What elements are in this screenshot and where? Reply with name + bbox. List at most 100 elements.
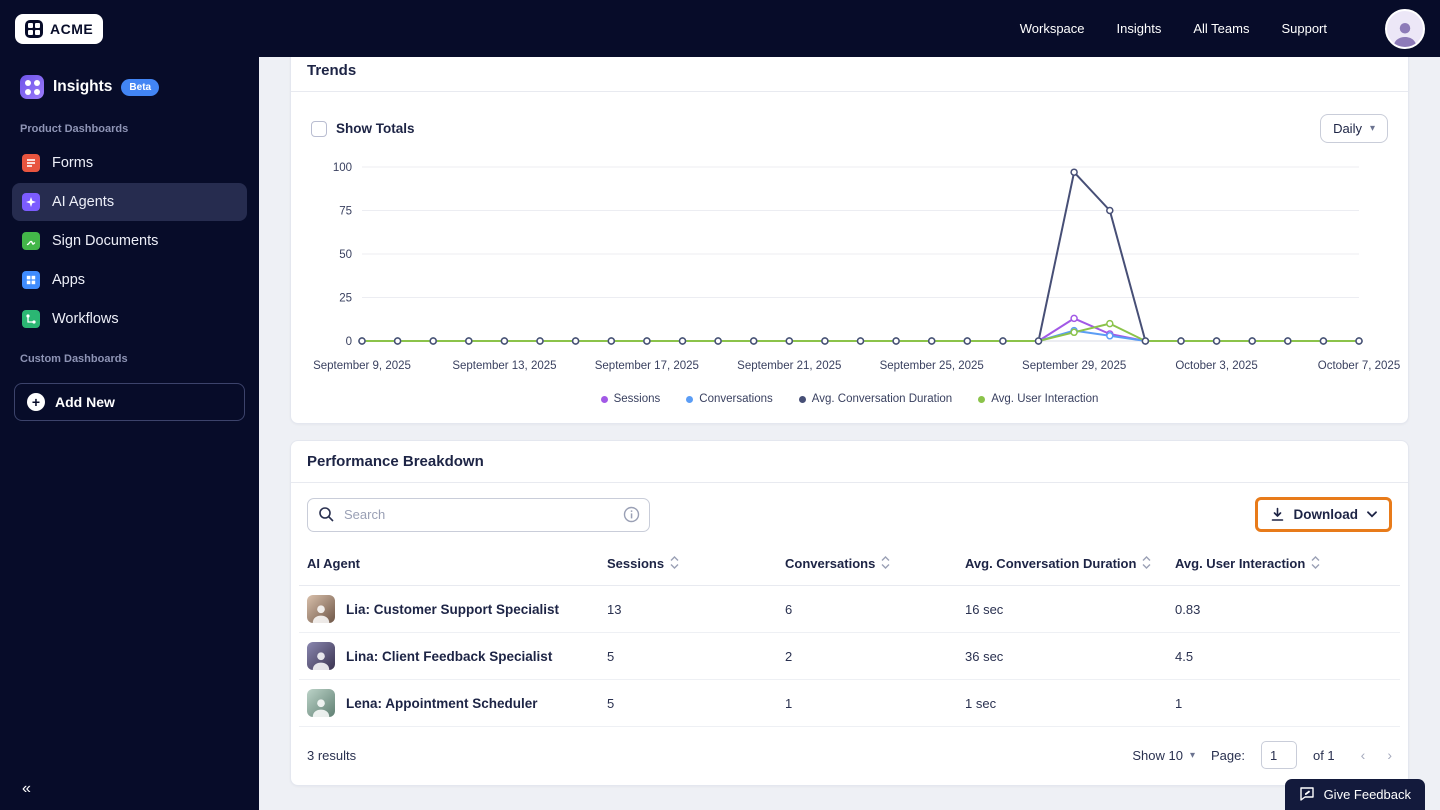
cell-conversations: 6 xyxy=(777,585,957,633)
cell-conversations: 2 xyxy=(777,632,957,680)
nav-support[interactable]: Support xyxy=(1281,21,1327,36)
cell-avg-user-interaction: 1 xyxy=(1167,679,1400,727)
cell-conversations: 1 xyxy=(777,679,957,727)
conversations-dot-icon xyxy=(686,395,694,403)
add-new-button[interactable]: + Add New xyxy=(14,383,245,421)
agent-avatar xyxy=(307,595,335,623)
cell-avg-user-interaction: 0.83 xyxy=(1167,585,1400,633)
agent-name: Lena: Appointment Scheduler xyxy=(346,695,538,711)
give-feedback-button[interactable]: Give Feedback xyxy=(1284,779,1425,810)
sort-icon[interactable] xyxy=(881,556,890,569)
nav-workspace[interactable]: Workspace xyxy=(1020,21,1085,36)
section-custom-dashboards: Custom Dashboards xyxy=(20,353,128,365)
svg-text:100: 100 xyxy=(333,162,352,174)
cell-sessions: 5 xyxy=(599,679,777,727)
acme-logo-text: ACME xyxy=(50,20,94,37)
sidebar-item-ai-agents[interactable]: AI Agents xyxy=(12,183,247,221)
legend-conversations: Conversations xyxy=(686,393,773,405)
nav-all-teams[interactable]: All Teams xyxy=(1193,21,1249,36)
insights-icon xyxy=(20,75,44,99)
sign-documents-icon xyxy=(22,232,40,250)
chevron-down-icon: ▾ xyxy=(1369,123,1375,134)
results-count: 3 results xyxy=(307,747,357,763)
page-number-input[interactable] xyxy=(1260,741,1297,769)
show-totals-label: Show Totals xyxy=(336,121,415,136)
beta-badge: Beta xyxy=(121,78,160,96)
legend-sessions: Sessions xyxy=(600,393,660,405)
sidebar-item-label: AI Agents xyxy=(52,194,115,210)
sidebar-title: Insights xyxy=(53,78,113,95)
svg-text:October 3, 2025: October 3, 2025 xyxy=(1175,360,1257,372)
col-sessions[interactable]: Sessions xyxy=(599,542,777,586)
plus-icon: + xyxy=(27,393,45,411)
download-button[interactable]: Download xyxy=(1254,497,1392,532)
col-avg-user-interaction[interactable]: Avg. User Interaction xyxy=(1167,542,1400,586)
checkbox-icon[interactable] xyxy=(311,120,327,137)
trends-title: Trends xyxy=(291,57,1408,92)
agent-avatar xyxy=(307,642,335,670)
feedback-icon xyxy=(1299,787,1314,801)
sort-icon[interactable] xyxy=(1311,556,1320,569)
sidebar-header: Insights Beta xyxy=(12,67,247,109)
search-icon xyxy=(319,506,334,522)
top-nav: Workspace Insights All Teams Support xyxy=(1020,8,1425,49)
sessions-dot-icon xyxy=(600,395,608,403)
chart-legend: Sessions Conversations Avg. Conversation… xyxy=(307,383,1392,413)
svg-text:25: 25 xyxy=(339,293,352,305)
sort-icon[interactable] xyxy=(670,556,679,569)
download-icon xyxy=(1271,507,1283,521)
col-conversations[interactable]: Conversations xyxy=(777,542,957,586)
interval-select[interactable]: Daily ▾ xyxy=(1320,114,1388,143)
workflows-icon xyxy=(22,310,40,328)
show-per-page-select[interactable]: Show 10 ▾ xyxy=(1132,748,1195,763)
table-row[interactable]: Lia: Customer Support Specialist 13 6 16… xyxy=(299,585,1400,633)
trends-card: Trends Show Totals Daily ▾ 0 25 50 75 100 Sep… xyxy=(290,57,1409,424)
col-avg-conversation-duration[interactable]: Avg. Conversation Duration xyxy=(957,542,1167,586)
ai-agents-icon xyxy=(22,193,40,211)
forms-icon xyxy=(22,154,40,172)
topbar: ACME Workspace Insights All Teams Suppor… xyxy=(0,0,1440,57)
next-page-button[interactable]: › xyxy=(1387,747,1392,763)
chevron-down-icon: ▾ xyxy=(1189,749,1195,761)
person-icon xyxy=(1393,22,1417,47)
cell-avg-conversation-duration: 1 sec xyxy=(957,679,1167,727)
pagination: ‹ › xyxy=(1361,747,1392,763)
show-totals-checkbox[interactable]: Show Totals xyxy=(311,120,415,137)
main-content: Trends Show Totals Daily ▾ 0 25 50 75 100 Sep… xyxy=(259,57,1440,810)
prev-page-button[interactable]: ‹ xyxy=(1361,747,1366,763)
info-icon[interactable] xyxy=(623,506,640,523)
svg-text:September 21, 2025: September 21, 2025 xyxy=(737,360,841,372)
svg-text:September 9, 2025: September 9, 2025 xyxy=(313,360,411,372)
apps-icon xyxy=(22,271,40,289)
duration-dot-icon xyxy=(798,395,806,403)
cell-avg-conversation-duration: 36 sec xyxy=(957,632,1167,680)
sidebar-collapse-button[interactable]: « xyxy=(22,780,31,798)
add-new-label: Add New xyxy=(55,394,115,410)
svg-text:October 7, 2025: October 7, 2025 xyxy=(1318,360,1400,372)
svg-text:September 13, 2025: September 13, 2025 xyxy=(452,360,556,372)
interval-value: Daily xyxy=(1333,121,1362,136)
sidebar-item-forms[interactable]: Forms xyxy=(12,144,247,182)
search-input[interactable] xyxy=(307,497,650,532)
table-row[interactable]: Lina: Client Feedback Specialist 5 2 36 … xyxy=(299,632,1400,680)
sidebar-item-label: Apps xyxy=(52,272,86,288)
sidebar-item-apps[interactable]: Apps xyxy=(12,261,247,299)
legend-avg-user-interaction: Avg. User Interaction xyxy=(978,393,1098,405)
acme-logo-icon xyxy=(25,19,43,38)
interaction-dot-icon xyxy=(978,395,986,403)
svg-text:September 25, 2025: September 25, 2025 xyxy=(880,360,984,372)
sidebar-item-label: Sign Documents xyxy=(52,233,159,249)
sidebar-item-sign-documents[interactable]: Sign Documents xyxy=(12,222,247,260)
nav-insights[interactable]: Insights xyxy=(1117,21,1162,36)
acme-logo[interactable]: ACME xyxy=(15,13,104,44)
user-avatar[interactable] xyxy=(1385,8,1425,49)
download-label: Download xyxy=(1293,507,1359,522)
chevron-down-icon xyxy=(1367,511,1377,518)
performance-title: Performance Breakdown xyxy=(291,441,1408,483)
sort-icon[interactable] xyxy=(1142,556,1151,569)
table-row[interactable]: Lena: Appointment Scheduler 5 1 1 sec 1 xyxy=(299,679,1400,727)
sidebar-item-label: Forms xyxy=(52,155,94,171)
cell-sessions: 13 xyxy=(599,585,777,633)
section-product-dashboards: Product Dashboards xyxy=(20,123,129,135)
sidebar-item-workflows[interactable]: Workflows xyxy=(12,300,247,338)
